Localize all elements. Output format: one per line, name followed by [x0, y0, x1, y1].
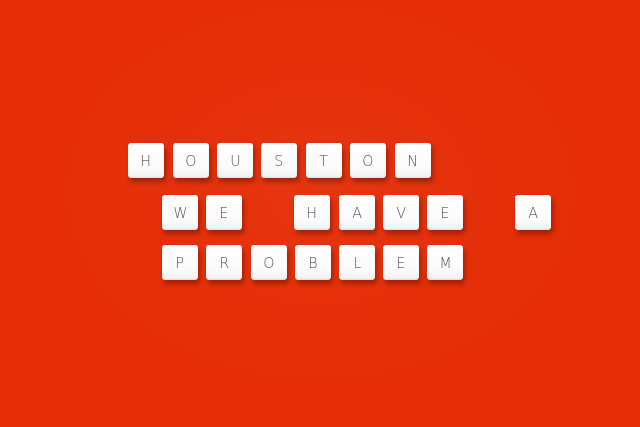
tile-letter: L	[353, 253, 361, 272]
letter-tile: E	[427, 195, 463, 230]
letter-tile: O	[350, 143, 386, 178]
letter-tile: T	[306, 143, 342, 178]
letter-tile: N	[395, 143, 431, 178]
tile-letter: A	[352, 203, 362, 222]
tile-letter: E	[440, 203, 450, 222]
letter-tile: M	[427, 245, 463, 280]
letter-tile: H	[294, 195, 330, 230]
letter-tile: E	[206, 195, 242, 230]
tile-letter: W	[172, 203, 188, 222]
tile-letter: O	[362, 151, 374, 170]
letter-tile: U	[217, 143, 253, 178]
tile-letter: B	[308, 253, 318, 272]
letter-tile: A	[515, 195, 551, 230]
tile-letter: S	[274, 151, 284, 170]
tile-letter: M	[438, 253, 452, 272]
tile-letter: A	[528, 203, 538, 222]
letter-tile: H	[128, 143, 164, 178]
tile-letter: N	[407, 151, 419, 170]
letter-tile: W	[162, 195, 198, 230]
letter-tile: R	[206, 245, 242, 280]
tile-letter: O	[185, 151, 197, 170]
tile-letter: T	[319, 151, 329, 170]
tile-letter: U	[229, 151, 241, 170]
letter-tile: V	[383, 195, 419, 230]
tile-letter: H	[306, 203, 318, 222]
tile-letter: H	[140, 151, 152, 170]
red-background-photo: H O U S T O N W E H A V E A P R O B L E …	[0, 0, 640, 427]
tile-letter: E	[396, 253, 406, 272]
letter-tile: L	[339, 245, 375, 280]
tile-letter: O	[263, 253, 275, 272]
letter-tile: O	[173, 143, 209, 178]
letter-tile: O	[251, 245, 287, 280]
letter-tile: B	[295, 245, 331, 280]
tile-letter: R	[219, 253, 229, 272]
tile-letter: P	[175, 253, 185, 272]
letter-tile: A	[339, 195, 375, 230]
tile-letter: E	[219, 203, 229, 222]
letter-tile: E	[383, 245, 419, 280]
letter-tile: S	[261, 143, 297, 178]
tile-letter: V	[396, 203, 406, 222]
letter-tile: P	[162, 245, 198, 280]
